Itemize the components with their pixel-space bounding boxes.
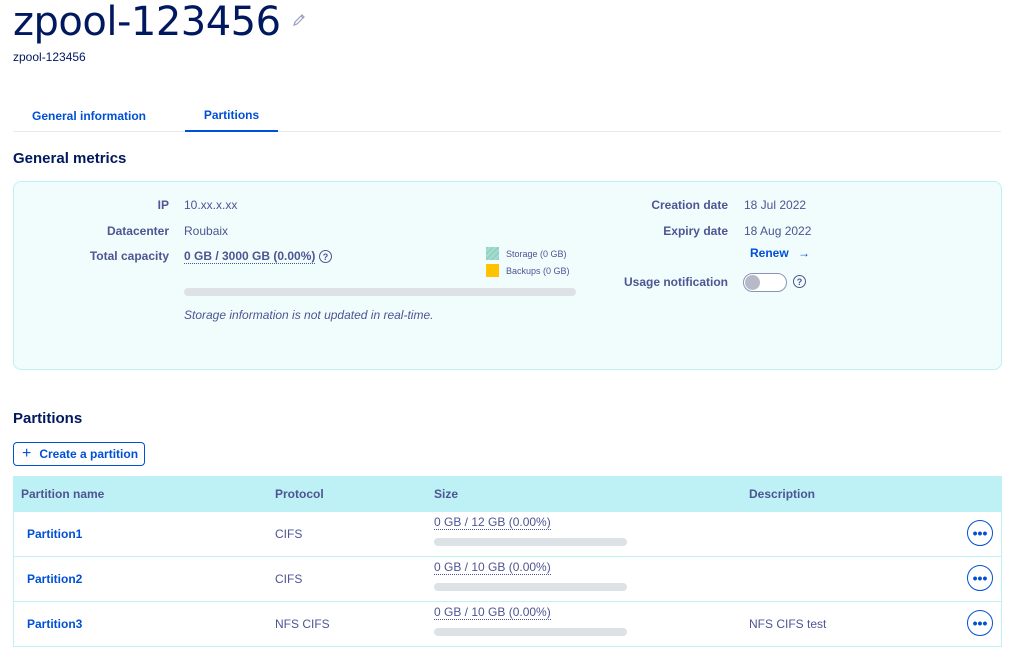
total-capacity-label: Total capacity bbox=[89, 249, 169, 263]
usage-notification-label: Usage notification bbox=[623, 275, 728, 289]
tab-general-information[interactable]: General information bbox=[13, 100, 165, 132]
partition-protocol: CIFS bbox=[275, 572, 303, 586]
create-partition-label: Create a partition bbox=[39, 447, 139, 461]
partition-description: NFS CIFS test bbox=[749, 617, 827, 631]
creation-date-value: 18 Jul 2022 bbox=[744, 198, 807, 212]
renew-label: Renew bbox=[750, 246, 789, 260]
ellipsis-icon: ••• bbox=[972, 525, 988, 541]
partition-size: 0 GB / 10 GB (0.00%) bbox=[434, 560, 551, 575]
renew-link[interactable]: Renew → bbox=[750, 246, 810, 260]
partition-name-link[interactable]: Partition3 bbox=[27, 617, 82, 631]
usage-notification-toggle[interactable] bbox=[743, 273, 787, 292]
storage-legend-label: Storage (0 GB) bbox=[506, 249, 567, 259]
partition-size-bar bbox=[434, 583, 627, 591]
general-metrics-heading: General metrics bbox=[13, 150, 127, 167]
table-row: Partition2 CIFS 0 GB / 10 GB (0.00%) ••• bbox=[14, 556, 1001, 601]
partitions-table: Partition name Protocol Size Description… bbox=[13, 476, 1002, 647]
partition-size: 0 GB / 12 GB (0.00%) bbox=[434, 515, 551, 530]
plus-icon: + bbox=[22, 445, 32, 462]
partition-name-link[interactable]: Partition1 bbox=[27, 527, 82, 541]
table-row: Partition3 NFS CIFS 0 GB / 10 GB (0.00%)… bbox=[14, 601, 1001, 646]
tab-bar: General information Partitions bbox=[13, 100, 1001, 132]
partition-name-link[interactable]: Partition2 bbox=[27, 572, 82, 586]
partition-size-bar bbox=[434, 538, 627, 546]
total-capacity-value[interactable]: 0 GB / 3000 GB (0.00%) bbox=[184, 249, 316, 264]
tab-partitions[interactable]: Partitions bbox=[185, 100, 278, 132]
ip-label: IP bbox=[157, 198, 169, 212]
expiry-date-label: Expiry date bbox=[663, 224, 728, 238]
ip-value: 10.xx.x.xx bbox=[184, 198, 238, 212]
metrics-panel: IP 10.xx.x.xx Datacenter Roubaix Total c… bbox=[13, 181, 1002, 370]
ellipsis-icon: ••• bbox=[972, 570, 988, 586]
column-header-protocol[interactable]: Protocol bbox=[275, 477, 324, 511]
partition-protocol: NFS CIFS bbox=[275, 617, 330, 631]
datacenter-label: Datacenter bbox=[106, 224, 169, 238]
more-actions-button[interactable]: ••• bbox=[967, 520, 993, 546]
title-row: zpool-123456 bbox=[13, 0, 307, 44]
partition-size: 0 GB / 10 GB (0.00%) bbox=[434, 605, 551, 620]
page-title: zpool-123456 bbox=[13, 0, 281, 45]
capacity-progress-bar bbox=[184, 288, 576, 296]
backups-legend-swatch bbox=[486, 264, 499, 277]
creation-date-label: Creation date bbox=[651, 198, 728, 212]
column-header-size[interactable]: Size bbox=[434, 477, 458, 511]
storage-note: Storage information is not updated in re… bbox=[184, 308, 434, 322]
datacenter-value: Roubaix bbox=[184, 224, 229, 238]
ellipsis-icon: ••• bbox=[972, 615, 988, 631]
more-actions-button[interactable]: ••• bbox=[967, 610, 993, 636]
storage-legend-swatch bbox=[486, 247, 499, 260]
partition-size-bar bbox=[434, 628, 627, 636]
partitions-heading: Partitions bbox=[13, 410, 83, 427]
table-header: Partition name Protocol Size Description bbox=[14, 477, 1001, 511]
column-header-name[interactable]: Partition name bbox=[21, 477, 104, 511]
partition-protocol: CIFS bbox=[275, 527, 303, 541]
help-icon[interactable]: ? bbox=[793, 275, 806, 288]
pencil-icon[interactable] bbox=[291, 12, 307, 28]
help-icon[interactable]: ? bbox=[319, 250, 332, 263]
table-row: Partition1 CIFS 0 GB / 12 GB (0.00%) ••• bbox=[14, 511, 1001, 556]
arrow-right-icon: → bbox=[798, 246, 811, 260]
toggle-knob bbox=[745, 275, 760, 290]
more-actions-button[interactable]: ••• bbox=[967, 565, 993, 591]
column-header-description[interactable]: Description bbox=[749, 477, 815, 511]
create-partition-button[interactable]: + Create a partition bbox=[13, 442, 145, 466]
page-subtitle: zpool-123456 bbox=[13, 50, 86, 64]
expiry-date-value: 18 Aug 2022 bbox=[744, 224, 812, 238]
